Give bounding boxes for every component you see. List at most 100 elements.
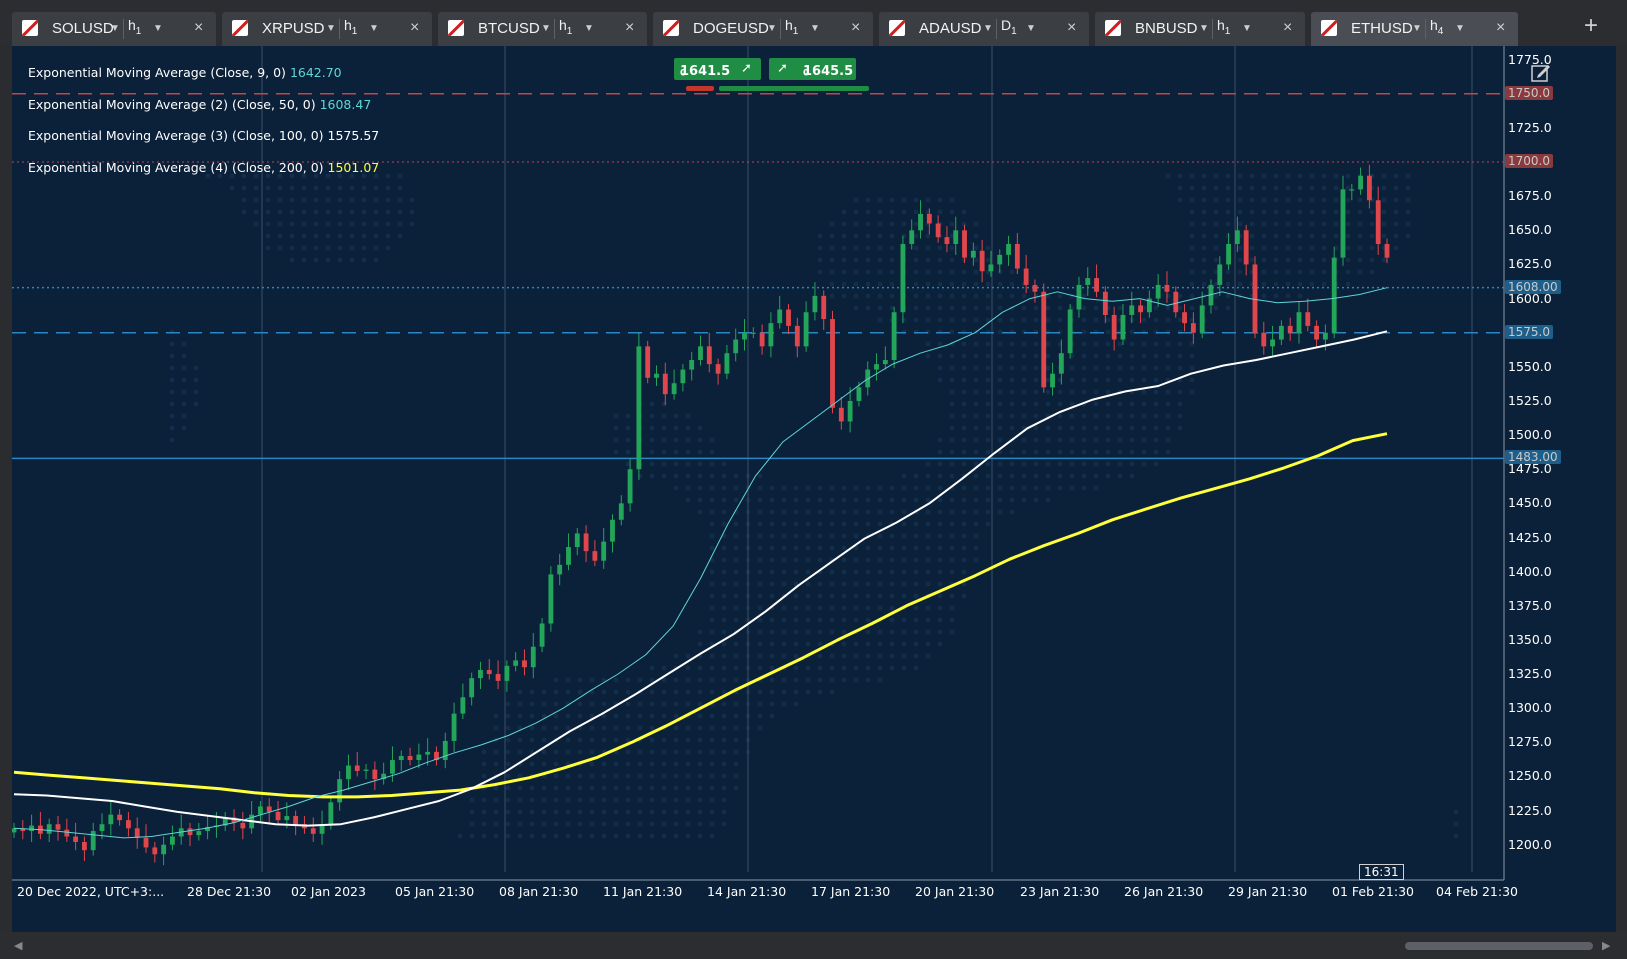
symbol-dropdown-icon[interactable]: ▼ [767, 23, 777, 34]
background-dot [877, 197, 883, 203]
candle [891, 312, 897, 361]
close-tab-icon[interactable]: × [625, 19, 634, 37]
background-dot [673, 713, 679, 719]
close-tab-icon[interactable]: × [1496, 19, 1505, 37]
tab-btcusd[interactable]: BTCUSD ▼ h1 ▼ × [438, 12, 647, 46]
background-dot [505, 761, 511, 767]
background-dot [685, 437, 691, 443]
background-dot [865, 545, 871, 551]
timeframe-label[interactable]: h4 [1430, 17, 1443, 37]
buy-button[interactable]: ➚ 1645.5 0 [769, 58, 856, 80]
timeframe-dropdown-icon[interactable]: ▼ [369, 23, 379, 34]
timeframe-dropdown-icon[interactable]: ▼ [1026, 23, 1036, 34]
timeframe-label[interactable]: D1 [1001, 17, 1017, 37]
background-dot [817, 605, 823, 611]
timeframe-label[interactable]: h1 [344, 17, 357, 37]
timeframe-dropdown-icon[interactable]: ▼ [1242, 23, 1252, 34]
tab-dogeusd[interactable]: DOGEUSD ▼ h1 ▼ × [653, 12, 873, 46]
timeframe-dropdown-icon[interactable]: ▼ [153, 23, 163, 34]
sell-button[interactable]: 1641.5 0 ➚ [674, 58, 761, 80]
background-dot [1093, 389, 1099, 395]
background-dot [1225, 233, 1231, 239]
symbol-dropdown-icon[interactable]: ▼ [326, 23, 336, 34]
background-dot [181, 377, 187, 383]
timeframe-dropdown-icon[interactable]: ▼ [1455, 23, 1465, 34]
tab-solusd[interactable]: SOLUSD ▼ h1 ▼ × [12, 12, 216, 46]
background-dot [505, 833, 511, 839]
background-dot [1381, 173, 1387, 179]
background-dot [169, 425, 175, 431]
timeframe-label[interactable]: h1 [785, 17, 798, 37]
timeframe-dropdown-icon[interactable]: ▼ [584, 23, 594, 34]
chart-area[interactable]: Exponential Moving Average (Close, 9, 0)… [12, 46, 1616, 932]
symbol-dropdown-icon[interactable]: ▼ [983, 23, 993, 34]
background-dot [625, 785, 631, 791]
background-dot [649, 785, 655, 791]
background-dot [997, 485, 1003, 491]
timeframe-dropdown-icon[interactable]: ▼ [810, 23, 820, 34]
close-tab-icon[interactable]: × [1067, 19, 1076, 37]
background-dot [1045, 305, 1051, 311]
close-tab-icon[interactable]: × [410, 19, 419, 37]
price-line-tag[interactable]: 1483.00 [1505, 450, 1561, 465]
scroll-thumb[interactable] [1405, 942, 1593, 950]
background-dot [277, 233, 283, 239]
symbol-dropdown-icon[interactable]: ▼ [1412, 23, 1422, 34]
background-dot [721, 737, 727, 743]
close-tab-icon[interactable]: × [851, 19, 860, 37]
symbol-dropdown-icon[interactable]: ▼ [110, 23, 120, 34]
background-dot [913, 617, 919, 623]
horizontal-scrollbar[interactable]: ◀ ▶ [0, 932, 1627, 959]
close-tab-icon[interactable]: × [1283, 19, 1292, 37]
background-dot [913, 665, 919, 671]
tab-ethusd[interactable]: ETHUSD ▼ h4 ▼ × [1311, 12, 1518, 46]
close-tab-icon[interactable]: × [194, 19, 203, 37]
background-dot [1165, 317, 1171, 323]
legend-ema-50[interactable]: Exponential Moving Average (2) (Close, 5… [28, 97, 371, 112]
background-dot [1321, 185, 1327, 191]
price-line-tag[interactable]: 1575.0 [1505, 324, 1553, 339]
timeframe-label[interactable]: h1 [559, 17, 572, 37]
x-axis-label: 20 Jan 21:30 [915, 884, 995, 899]
symbol-dropdown-icon[interactable]: ▼ [541, 23, 551, 34]
background-dot [1213, 209, 1219, 215]
background-dot [601, 785, 607, 791]
background-dot [709, 677, 715, 683]
candle [451, 713, 457, 741]
symbol-icon [448, 20, 464, 36]
background-dot [1261, 257, 1267, 263]
background-dot [949, 293, 955, 299]
background-dot [1009, 425, 1015, 431]
background-dot [793, 557, 799, 563]
background-dot [781, 557, 787, 563]
x-axis-label: 29 Jan 21:30 [1228, 884, 1308, 899]
legend-ema-200[interactable]: Exponential Moving Average (4) (Close, 2… [28, 160, 379, 175]
background-dot [613, 437, 619, 443]
add-tab-button[interactable]: + [1584, 12, 1598, 40]
background-dot [853, 509, 859, 515]
tab-bnbusd[interactable]: BNBUSD ▼ h1 ▼ × [1095, 12, 1305, 46]
background-dot [517, 821, 523, 827]
price-line-tag[interactable]: 1700.0 [1505, 154, 1553, 169]
tab-xrpusd[interactable]: XRPUSD ▼ h1 ▼ × [222, 12, 432, 46]
background-dot [277, 221, 283, 227]
background-dot [1357, 257, 1363, 263]
background-dot [337, 221, 343, 227]
symbol-dropdown-icon[interactable]: ▼ [1199, 23, 1209, 34]
legend-ema-100[interactable]: Exponential Moving Average (3) (Close, 1… [28, 128, 379, 143]
timeframe-label[interactable]: h1 [1217, 17, 1230, 37]
timeframe-label[interactable]: h1 [128, 17, 141, 37]
tab-adausd[interactable]: ADAUSD ▼ D1 ▼ × [879, 12, 1089, 46]
legend-ema-9[interactable]: Exponential Moving Average (Close, 9, 0)… [28, 65, 342, 80]
background-dot [373, 221, 379, 227]
price-chart[interactable] [12, 46, 1616, 932]
background-dot [781, 545, 787, 551]
background-dot [949, 245, 955, 251]
scroll-right-icon[interactable]: ▶ [1602, 939, 1610, 952]
price-line-tag[interactable]: 1750.0 [1505, 85, 1553, 100]
candle [1094, 278, 1099, 292]
background-dot [397, 209, 403, 215]
price-line-tag[interactable]: 1608.00 [1505, 279, 1561, 294]
background-dot [1213, 185, 1219, 191]
scroll-left-icon[interactable]: ◀ [14, 939, 22, 952]
